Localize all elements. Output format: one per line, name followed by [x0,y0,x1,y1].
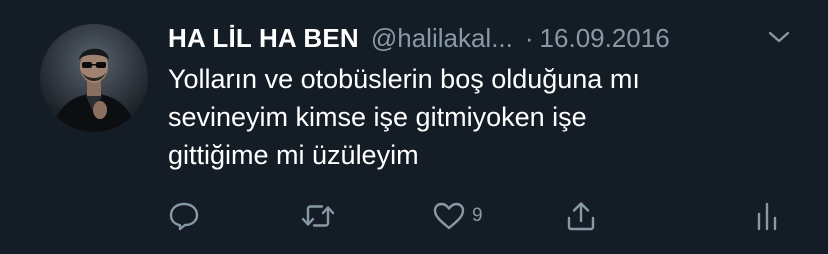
reply-icon [169,202,199,231]
like-button[interactable]: 9 [432,200,483,232]
share-icon [567,202,595,231]
user-handle[interactable]: @halilakal... [371,23,513,54]
tweet-text: Yolların ve otobüslerin boş olduğuna mı … [168,60,768,174]
analytics-icon [757,202,777,231]
retweet-button[interactable] [300,200,336,232]
avatar[interactable] [40,24,148,132]
tweet-header: HA LİL HA BEN @halilakal... · 16.09.2016 [168,18,670,58]
tweet[interactable]: HA LİL HA BEN @halilakal... · 16.09.2016… [0,0,828,254]
avatar-photo [50,48,138,132]
retweet-icon [301,205,335,227]
tweet-text-line: sevineyim kimse işe gitmiyoken işe [168,102,587,132]
analytics-button[interactable] [755,200,779,232]
tweet-text-line: gittiğime mi üzüleyim [168,140,419,170]
tweet-date[interactable]: 16.09.2016 [540,23,670,54]
like-count: 9 [472,205,483,226]
reply-button[interactable] [168,200,200,232]
like-icon [433,202,465,230]
share-button[interactable] [565,200,597,232]
chevron-down-icon[interactable] [768,27,790,47]
tweet-text-line: Yolların ve otobüslerin boş olduğuna mı [168,64,640,94]
separator: · [524,22,534,53]
display-name[interactable]: HA LİL HA BEN [168,23,359,54]
